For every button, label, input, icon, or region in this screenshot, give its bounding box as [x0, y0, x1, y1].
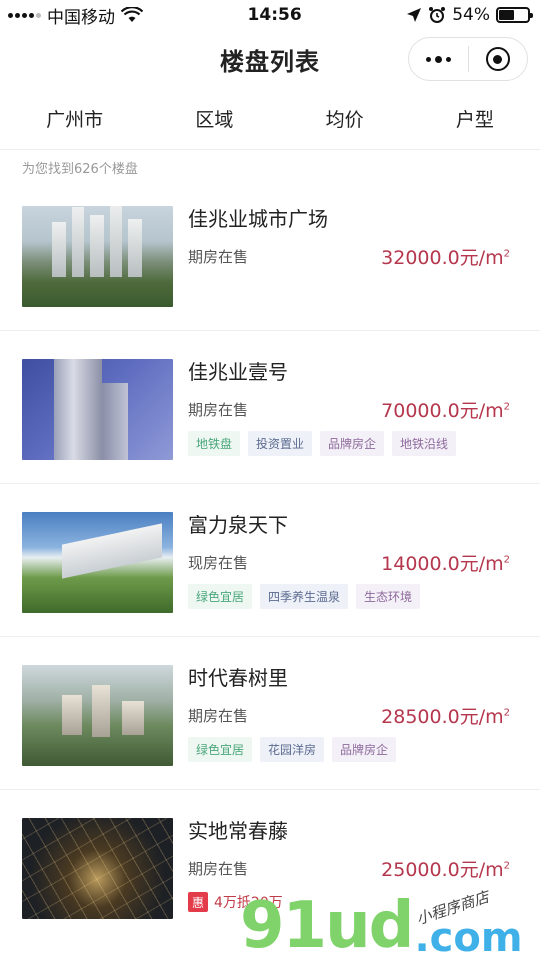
tag: 地铁盘 — [188, 431, 241, 456]
listing-item[interactable]: 佳兆业壹号 期房在售 70000.0元/m2 地铁盘 投资置业 品牌房企 地铁沿… — [0, 331, 540, 484]
sale-status: 现房在售 — [188, 553, 249, 572]
signal-icon — [8, 12, 41, 18]
listing-image — [22, 206, 173, 307]
listing-name: 佳兆业城市广场 — [188, 207, 328, 231]
tag: 四季养生温泉 — [260, 584, 349, 609]
sale-status: 期房在售 — [188, 400, 249, 419]
filter-city[interactable]: 广州市 — [34, 105, 115, 132]
miniprogram-capsule — [408, 37, 528, 81]
target-icon — [485, 47, 510, 71]
wifi-icon — [121, 7, 143, 22]
listing-price: 32000.0元/m2 — [381, 246, 510, 269]
battery-percent: 54% — [452, 5, 490, 25]
listing-price: 14000.0元/m2 — [381, 552, 510, 575]
tag-list: 地铁盘 投资置业 品牌房企 地铁沿线 — [188, 431, 510, 456]
clock: 14:56 — [247, 5, 302, 25]
alarm-icon — [429, 7, 446, 23]
listing-image — [22, 512, 173, 613]
tag: 绿色宜居 — [188, 737, 253, 762]
tag: 花园洋房 — [260, 737, 325, 762]
listing-item[interactable]: 时代春树里 期房在售 28500.0元/m2 绿色宜居 花园洋房 品牌房企 — [0, 637, 540, 790]
tag: 生态环境 — [356, 584, 421, 609]
watermark-logo: 91ud — [240, 889, 414, 960]
status-bar: 中国移动 14:56 54% — [0, 0, 540, 30]
filter-bar: 广州市 区域 均价 户型 — [0, 88, 540, 150]
tag: 品牌房企 — [320, 431, 385, 456]
more-dots-icon — [425, 55, 451, 63]
close-miniprogram-button[interactable] — [469, 38, 528, 80]
listing-price: 28500.0元/m2 — [381, 705, 510, 728]
carrier-label: 中国移动 — [47, 7, 115, 28]
page-title: 楼盘列表 — [220, 47, 320, 76]
listing-item[interactable]: 富力泉天下 现房在售 14000.0元/m2 绿色宜居 四季养生温泉 生态环境 — [0, 484, 540, 637]
tag: 品牌房企 — [332, 737, 397, 762]
more-button[interactable] — [409, 38, 468, 80]
tag: 绿色宜居 — [188, 584, 253, 609]
tag: 地铁沿线 — [392, 431, 457, 456]
listing-image — [22, 818, 173, 919]
listing-name: 实地常春藤 — [188, 819, 288, 843]
result-count: 为您找到626个楼盘 — [22, 162, 138, 177]
tag: 投资置业 — [248, 431, 313, 456]
discount-badge: 惠 — [188, 892, 208, 912]
listing-price: 25000.0元/m2 — [381, 858, 510, 881]
listing-name: 时代春树里 — [188, 666, 288, 690]
listing-price: 70000.0元/m2 — [381, 399, 510, 422]
location-arrow-icon — [407, 8, 422, 22]
listing-image — [22, 359, 173, 460]
filter-avg-price[interactable]: 均价 — [314, 105, 376, 132]
navigation-bar: 楼盘列表 — [0, 30, 540, 88]
battery-icon — [495, 7, 533, 23]
listing-item[interactable]: 佳兆业城市广场 期房在售 32000.0元/m2 — [0, 178, 540, 331]
sale-status: 期房在售 — [188, 247, 249, 266]
tag-list: 绿色宜居 四季养生温泉 生态环境 — [188, 584, 510, 609]
filter-layout[interactable]: 户型 — [444, 105, 506, 132]
listing-image — [22, 665, 173, 766]
listing-name: 富力泉天下 — [188, 513, 288, 537]
sale-status: 期房在售 — [188, 706, 249, 725]
sale-status: 期房在售 — [188, 859, 249, 878]
filter-district[interactable]: 区域 — [183, 105, 245, 132]
listing-name: 佳兆业壹号 — [188, 360, 288, 384]
tag-list: 绿色宜居 花园洋房 品牌房企 — [188, 737, 510, 762]
watermark: 91ud .com 小程序商店 — [240, 888, 523, 960]
